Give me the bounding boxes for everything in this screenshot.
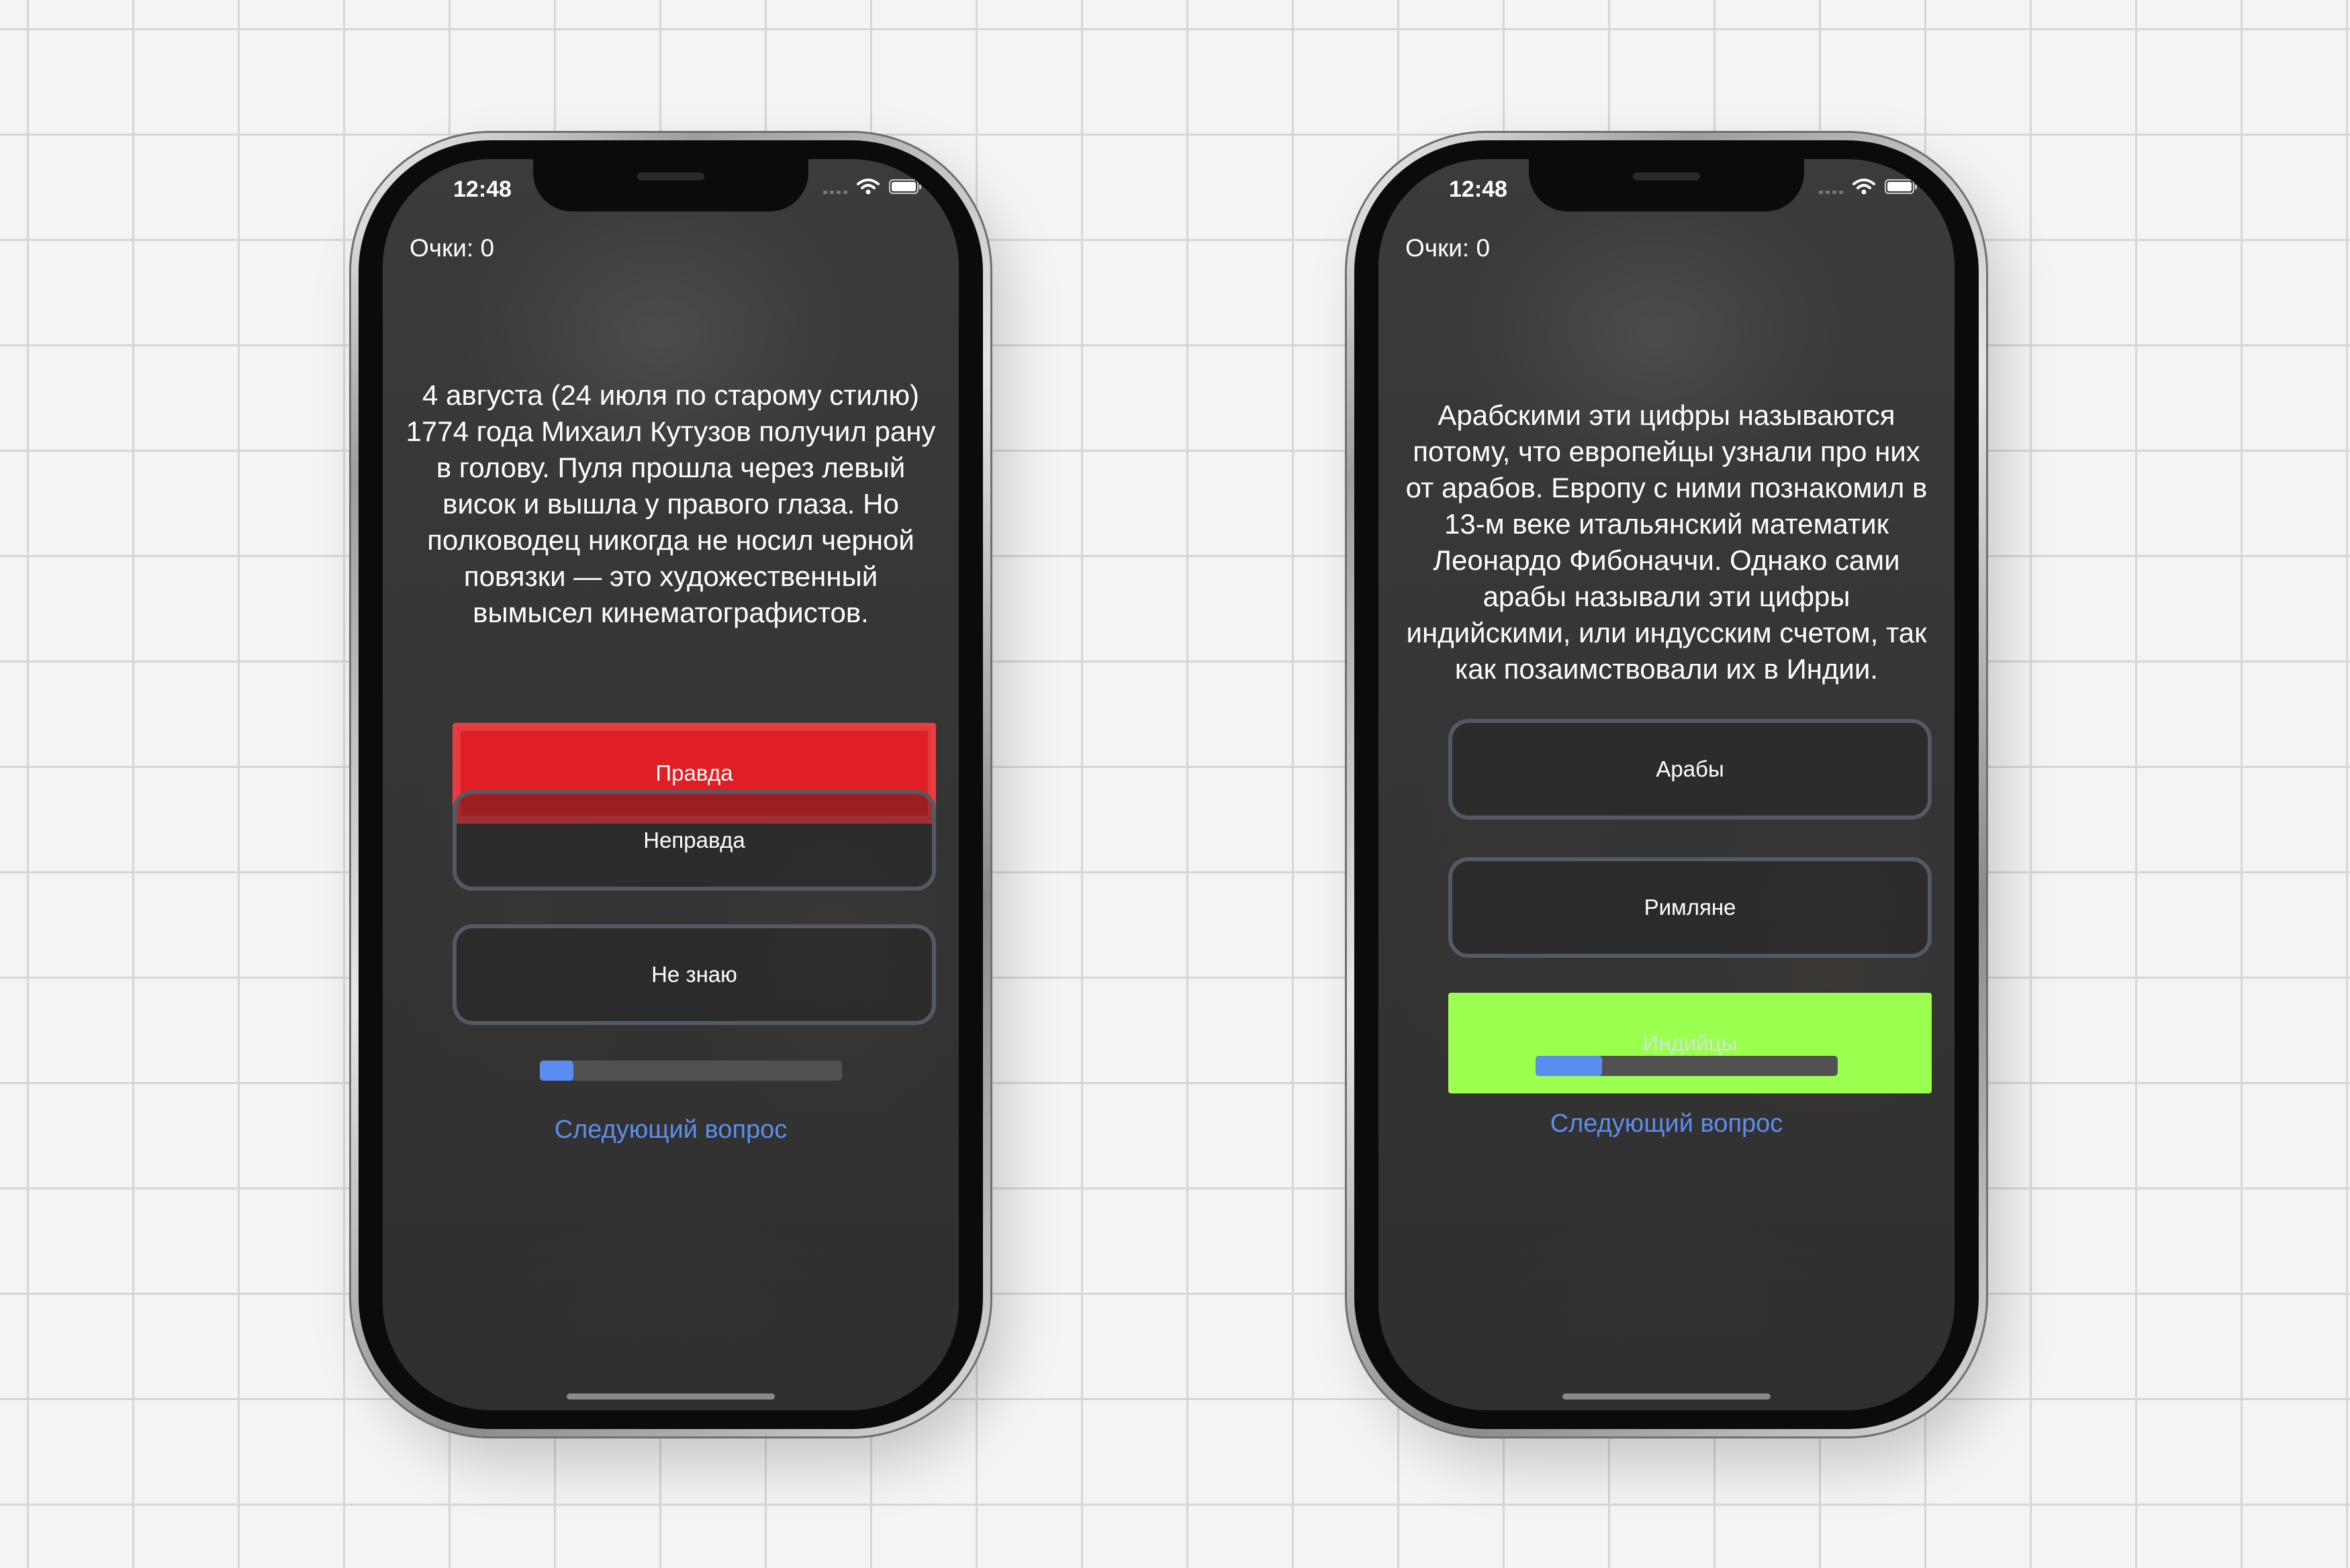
next-question-button[interactable]: Следующий вопрос [383, 1116, 959, 1144]
progress-bar [1536, 1056, 1838, 1076]
answer-button-arabs[interactable]: Арабы [1448, 719, 1932, 820]
home-indicator [1562, 1393, 1771, 1400]
earpiece-speaker [637, 173, 704, 181]
notch [533, 159, 808, 211]
notch [1529, 159, 1804, 211]
answer-label: Индийцы [1642, 1030, 1738, 1055]
answer-button-false[interactable]: Неправда [453, 790, 936, 891]
answer-button-romans[interactable]: Римляне [1448, 857, 1932, 958]
answer-button-dont-know[interactable]: Не знаю [453, 924, 936, 1025]
signal-icon [1819, 179, 1843, 194]
question-text: 4 августа (24 июля по старому стилю) 177… [406, 379, 936, 628]
progress-bar [540, 1061, 842, 1081]
home-indicator [567, 1393, 775, 1400]
earpiece-speaker [1633, 173, 1700, 181]
score-label: Очки: 0 [410, 234, 495, 262]
score-label: Очки: 0 [1405, 234, 1491, 262]
battery-icon [1885, 179, 1917, 194]
answer-label: Арабы [1656, 756, 1724, 781]
wifi-icon [857, 179, 880, 195]
phone-right: 12:48 Очки: 0 Арабскими эти цифры называ… [1345, 131, 2002, 1465]
answer-label: Неправда [643, 828, 745, 852]
wifi-icon [1852, 179, 1875, 195]
answer-button-indians[interactable]: Индийцы [1448, 993, 1932, 1093]
status-icons [1819, 178, 1917, 195]
progress-fill [540, 1061, 573, 1081]
status-icons [823, 178, 921, 195]
answer-label: Римляне [1644, 895, 1736, 920]
signal-icon [823, 179, 847, 194]
status-time: 12:48 [1449, 177, 1507, 202]
quiz-screen: 12:48 Очки: 0 Арабскими эти цифры называ… [1378, 159, 1955, 1410]
phone-left: 12:48 Очки: 0 4 августа (24 июля по стар… [349, 131, 1006, 1465]
battery-icon [889, 179, 921, 194]
status-time: 12:48 [453, 177, 512, 202]
answer-label: Правда [655, 761, 733, 785]
quiz-screen: 12:48 Очки: 0 4 августа (24 июля по стар… [383, 159, 959, 1410]
answer-label: Не знаю [651, 962, 737, 987]
progress-fill [1536, 1056, 1602, 1076]
next-question-button[interactable]: Следующий вопрос [1378, 1110, 1955, 1138]
question-text: Арабскими эти цифры называются потому, ч… [1405, 399, 1928, 685]
